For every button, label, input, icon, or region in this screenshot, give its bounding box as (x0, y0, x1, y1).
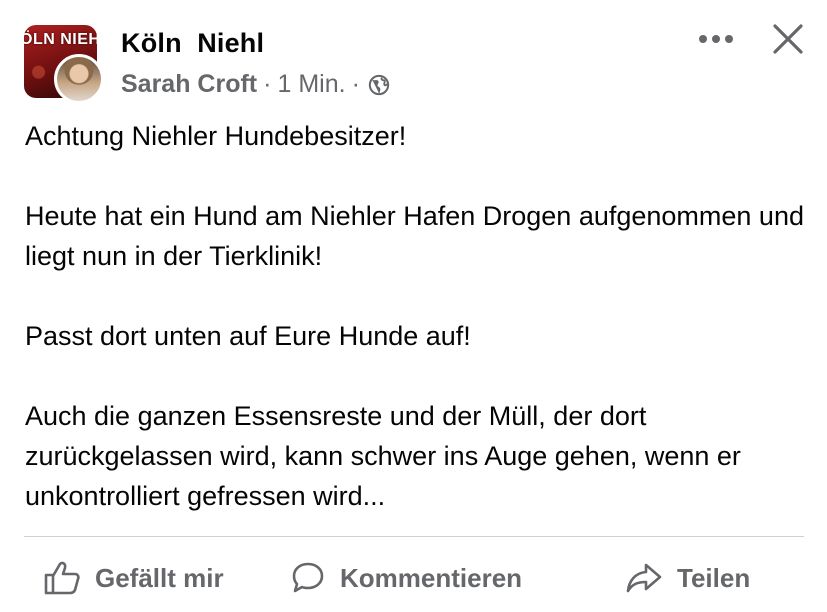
globe-icon[interactable] (368, 74, 390, 96)
comment-bubble-icon (292, 562, 324, 593)
share-arrow-icon (626, 563, 662, 593)
post-paragraph: Auch die ganzen Essensreste und der Müll… (25, 401, 741, 511)
author-avatar[interactable] (54, 54, 104, 104)
group-logo-text: ÖLN NIEH (24, 31, 97, 48)
post-body: Achtung Niehler Hundebesitzer! Heute hat… (25, 116, 815, 516)
post-actions-bar: Gefällt mir Kommentieren Teilen (0, 552, 827, 604)
comment-label: Kommentieren (340, 562, 523, 593)
post-paragraph: Achtung Niehler Hundebesitzer! (25, 121, 407, 151)
post-meta: Sarah Croft · 1 Min. · (121, 70, 390, 99)
actions-divider (24, 536, 804, 537)
post-paragraph: Passt dort unten auf Eure Hunde auf! (25, 321, 471, 351)
close-icon[interactable] (771, 22, 805, 56)
share-label: Teilen (677, 562, 751, 593)
facebook-post: ÖLN NIEH Köln Niehl Sarah Croft · 1 Min.… (0, 0, 827, 612)
thumbs-up-icon (44, 561, 80, 595)
meta-separator: · (351, 70, 360, 98)
comment-button[interactable]: Kommentieren (290, 552, 522, 604)
meta-separator: · (263, 70, 272, 98)
author-name-link[interactable]: Sarah Croft (121, 70, 257, 99)
post-paragraph: Heute hat ein Hund am Niehler Hafen Drog… (25, 201, 804, 271)
post-timestamp[interactable]: 1 Min. (277, 70, 345, 99)
group-name-link[interactable]: Köln Niehl (121, 28, 264, 59)
more-options-icon[interactable] (697, 27, 735, 51)
like-button[interactable]: Gefällt mir (43, 552, 224, 604)
share-button[interactable]: Teilen (625, 552, 750, 604)
like-label: Gefällt mir (95, 562, 224, 593)
